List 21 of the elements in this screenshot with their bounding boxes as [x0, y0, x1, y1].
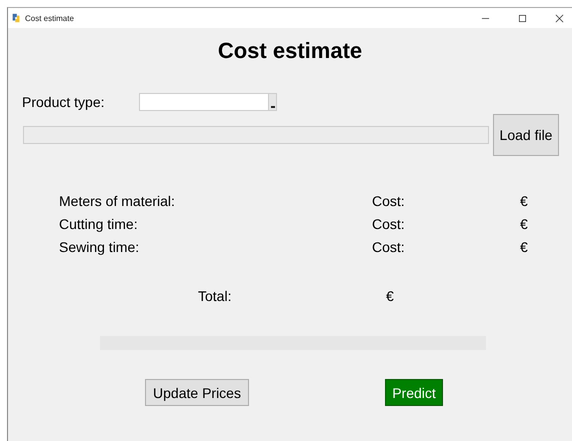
window-title: Cost estimate [25, 14, 74, 22]
predict-button[interactable]: Predict [385, 379, 443, 406]
quantity-label: Meters of material: [59, 193, 176, 210]
cost-label: Cost: [372, 216, 406, 233]
quantity-label: Sewing time: [59, 239, 140, 256]
file-path-field[interactable] [23, 126, 489, 144]
snake-logo-icon [11, 13, 21, 23]
total-label: Total: [198, 288, 232, 304]
update-prices-button[interactable]: Update Prices [145, 379, 249, 406]
currency-symbol: € [520, 193, 529, 210]
quantity-label: Cutting time: [59, 216, 139, 233]
currency-symbol: € [520, 239, 529, 256]
maximize-icon[interactable] [518, 14, 527, 22]
close-icon[interactable] [555, 14, 564, 22]
load-file-button[interactable]: Load file [493, 114, 559, 156]
cost-label: Cost: [372, 193, 406, 210]
currency-symbol: € [520, 216, 529, 233]
heading: Cost estimate [216, 38, 364, 64]
currency-symbol: € [386, 288, 394, 304]
product-type-label: Product type: [22, 94, 106, 110]
cost-label: Cost: [372, 239, 406, 256]
